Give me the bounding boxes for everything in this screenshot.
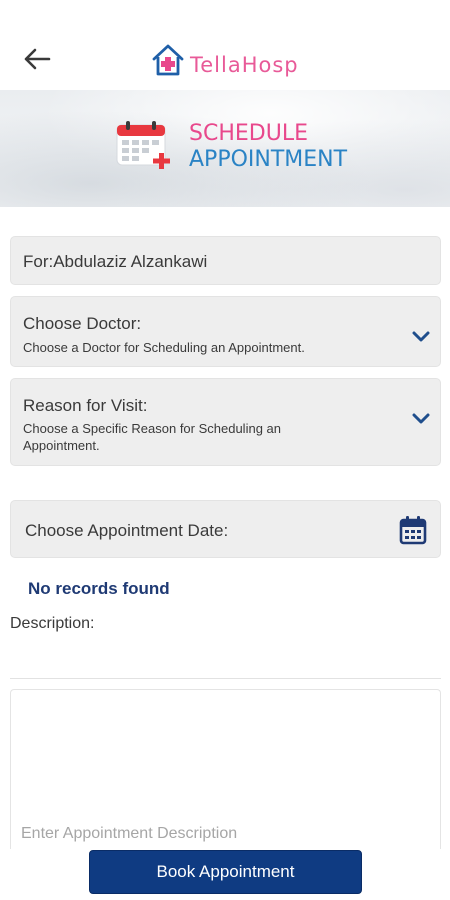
book-appointment-button[interactable]: Book Appointment bbox=[89, 850, 362, 894]
patient-field[interactable]: For:Abdulaziz Alzankawi bbox=[10, 236, 441, 285]
chevron-down-icon bbox=[412, 331, 430, 342]
arrow-left-icon bbox=[24, 48, 51, 70]
back-button[interactable] bbox=[18, 40, 56, 78]
page-banner: SCHEDULE APPOINTMENT bbox=[0, 90, 450, 207]
doctor-dropdown-label: Choose Doctor: bbox=[23, 314, 142, 333]
description-label: Description: bbox=[10, 615, 95, 632]
page-title-line1: SCHEDULE bbox=[189, 121, 308, 146]
logo-text: TellaHosp bbox=[190, 53, 299, 77]
hospital-house-icon bbox=[152, 44, 184, 76]
reason-dropdown-label: Reason for Visit: bbox=[23, 396, 148, 415]
appointment-date-label: Choose Appointment Date: bbox=[25, 521, 229, 540]
reason-dropdown[interactable]: Reason for Visit: Choose a Specific Reas… bbox=[10, 378, 441, 466]
doctor-dropdown[interactable]: Choose Doctor: Choose a Doctor for Sched… bbox=[10, 296, 441, 367]
description-placeholder: Enter Appointment Description bbox=[21, 825, 238, 842]
calendar-icon[interactable] bbox=[399, 515, 427, 545]
app-logo: TellaHosp bbox=[150, 40, 299, 80]
chevron-down-icon bbox=[412, 413, 430, 424]
divider bbox=[10, 678, 441, 679]
doctor-dropdown-hint: Choose a Doctor for Scheduling an Appoin… bbox=[23, 340, 305, 355]
page-title: SCHEDULE APPOINTMENT bbox=[189, 121, 347, 173]
page-title-line2: APPOINTMENT bbox=[189, 147, 348, 172]
appointment-date-field[interactable]: Choose Appointment Date: bbox=[10, 500, 441, 558]
no-records-message: No records found bbox=[28, 579, 170, 598]
patient-field-text: For:Abdulaziz Alzankawi bbox=[23, 252, 208, 271]
reason-dropdown-hint: Choose a Specific Reason for Scheduling … bbox=[23, 421, 281, 453]
app-bar: TellaHosp bbox=[0, 0, 450, 90]
calendar-plus-icon bbox=[116, 121, 170, 169]
